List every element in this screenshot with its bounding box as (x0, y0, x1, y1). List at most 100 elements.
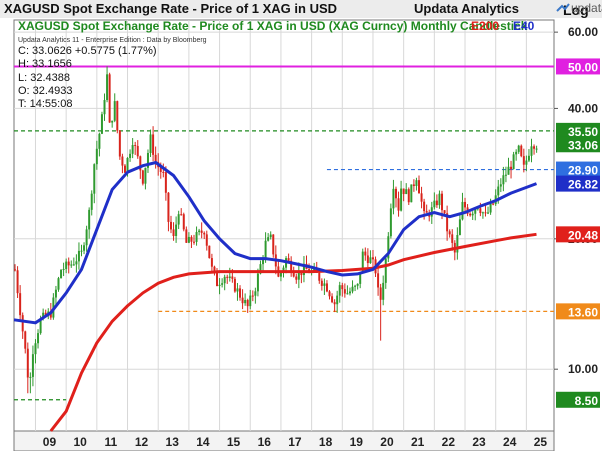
candle-body (497, 186, 500, 196)
candle-body (175, 224, 178, 237)
candle-body (336, 295, 339, 305)
candle-body (54, 289, 57, 298)
candle-body (320, 280, 323, 286)
candle-body (31, 354, 34, 377)
candle-body (167, 192, 170, 222)
candle-body (341, 285, 344, 290)
candle-body (438, 193, 441, 206)
candle-body (499, 184, 502, 187)
candle-body (366, 255, 369, 264)
candle-body (420, 193, 423, 202)
candle-body (418, 180, 420, 194)
candle-body (144, 167, 147, 184)
open-readout: O: 32.4933 (18, 85, 72, 97)
candle-body (502, 175, 505, 185)
candle-body (113, 101, 116, 121)
candle-body (72, 264, 75, 266)
candle-body (471, 213, 474, 216)
candle-body (279, 272, 282, 277)
candle-body (533, 146, 536, 149)
x-tick-label: 11 (104, 435, 117, 449)
candle-body (269, 234, 272, 238)
candle-body (88, 209, 91, 230)
price-tag-label: 26.82 (568, 178, 598, 192)
candle-body (241, 297, 244, 304)
updata-logo-text: updata (571, 1, 602, 15)
candle-body (456, 235, 459, 253)
candle-body (182, 214, 185, 230)
candle-body (441, 193, 444, 211)
candle-body (504, 174, 507, 176)
candle-body (93, 164, 96, 194)
candle-body (111, 120, 114, 123)
candle-body (410, 184, 413, 203)
candle-body (98, 133, 101, 149)
candle-body (489, 203, 492, 213)
price-tag-label: 8.50 (575, 394, 599, 408)
candle-body (62, 268, 65, 270)
candle-body (226, 276, 229, 278)
candle-body (435, 200, 438, 206)
candle-body (65, 261, 68, 269)
candle-body (512, 154, 515, 170)
candle-body (389, 208, 392, 237)
candle-body (249, 295, 252, 307)
chart: XAGUSD Spot Exchange Rate - Price of 1 X… (0, 0, 602, 451)
candle-body (369, 257, 372, 264)
candle-body (412, 184, 415, 187)
candle-body (530, 146, 533, 156)
candle-body (169, 221, 172, 230)
candle-body (510, 166, 513, 170)
candle-body (236, 288, 239, 292)
x-tick-label: 25 (534, 435, 548, 449)
candle-body (100, 114, 103, 134)
candle-body (77, 250, 80, 262)
candle-body (67, 261, 70, 266)
candle-body (162, 171, 165, 173)
candle-body (379, 287, 382, 300)
candle-body (338, 285, 341, 296)
y-tick-label: 60.00 (568, 25, 598, 39)
y-axis: 60.0040.0020.0010.00 (554, 25, 598, 376)
candle-body (451, 234, 454, 243)
candle-body (103, 100, 106, 115)
candle-body (318, 272, 321, 281)
candle-body (223, 276, 226, 284)
candle-body (200, 230, 203, 233)
candle-body (348, 291, 351, 294)
candle-body (517, 145, 520, 152)
price-tag-label: 50.00 (568, 60, 598, 74)
candle-body (535, 148, 538, 150)
candle-body (60, 269, 63, 279)
candle-body (461, 201, 464, 220)
x-tick-label: 23 (472, 435, 486, 449)
x-tick-label: 20 (380, 435, 394, 449)
candle-body (272, 234, 275, 255)
close-readout: C: 33.0626 +0.5775 (1.77%) (18, 45, 157, 57)
candle-body (402, 188, 405, 195)
candle-body (37, 333, 40, 344)
candle-body (24, 331, 27, 349)
candle-body (331, 296, 334, 303)
candle-body (108, 74, 111, 123)
price-tag-label: 20.48 (568, 228, 598, 242)
x-tick-label: 15 (227, 435, 241, 449)
candle-body (85, 229, 88, 246)
time-readout: T: 14:55:08 (18, 98, 72, 110)
candle-body (21, 315, 24, 332)
candle-body (210, 258, 213, 267)
candle-body (164, 172, 167, 193)
candle-body (525, 160, 528, 165)
candle-body (190, 236, 193, 242)
candle-body (131, 145, 134, 154)
x-tick-label: 10 (73, 435, 87, 449)
candle-body (515, 151, 518, 155)
candle-body (448, 231, 451, 235)
candle-body (522, 156, 525, 165)
candle-body (295, 276, 298, 280)
candle-body (343, 289, 346, 294)
candle-body (487, 212, 490, 214)
candle-body (195, 232, 198, 242)
candle-body (116, 101, 119, 131)
candle-body (382, 282, 385, 300)
